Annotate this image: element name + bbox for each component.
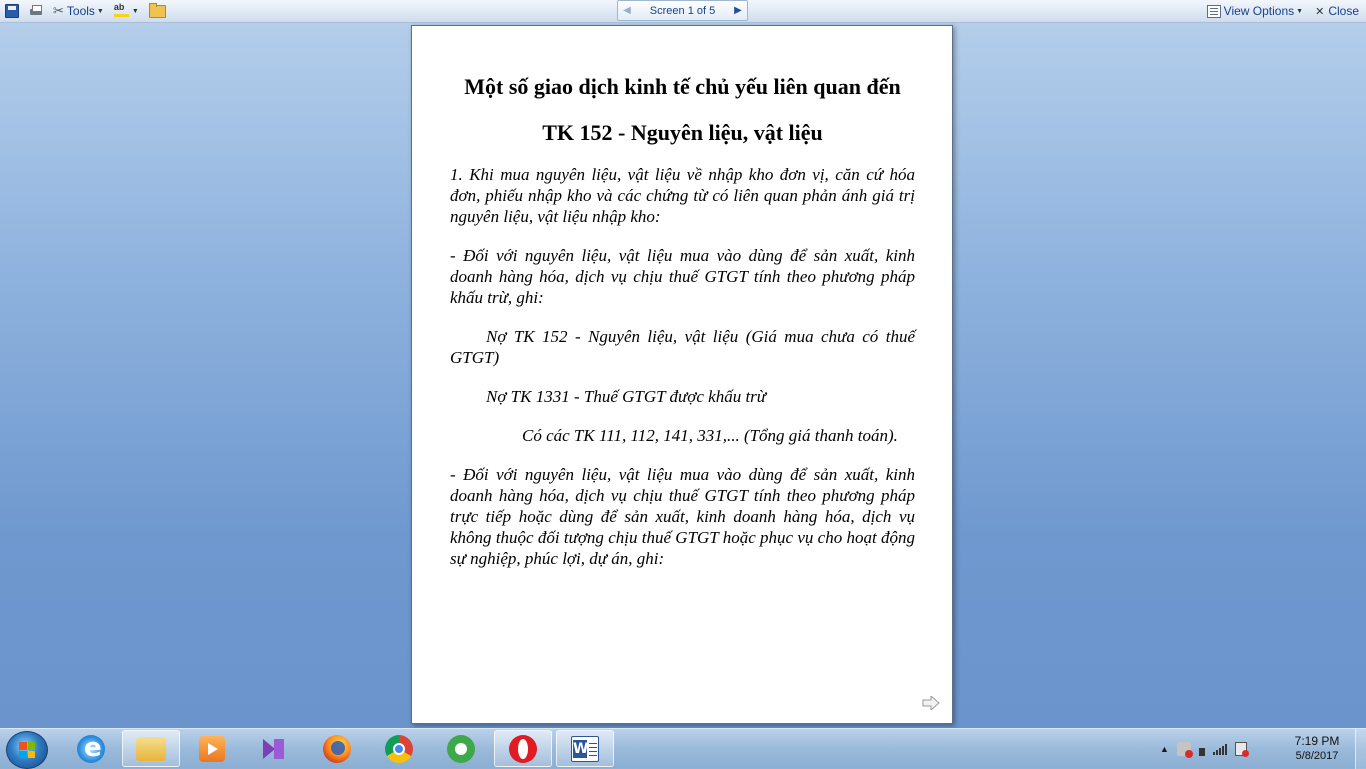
close-button[interactable]: ✕ Close	[1312, 2, 1362, 20]
paragraph: Nợ TK 152 - Nguyên liệu, vật liệu (Giá m…	[450, 327, 915, 367]
find-button[interactable]	[146, 2, 169, 20]
document-subtitle: TK 152 - Nguyên liệu, vật liệu	[542, 120, 823, 145]
document-title: Một số giao dịch kinh tế chủ yếu liên qu…	[464, 74, 901, 99]
clock-date: 5/8/2017	[1295, 750, 1339, 762]
visual-studio-icon	[260, 735, 288, 763]
action-center-icon[interactable]	[1176, 742, 1193, 758]
taskbar-firefox[interactable]	[308, 730, 366, 767]
close-icon: ✕	[1315, 5, 1325, 18]
printer-icon	[29, 5, 43, 17]
print-button[interactable]	[26, 2, 46, 20]
tools-label: Tools	[66, 4, 95, 18]
opera-icon	[509, 734, 537, 763]
save-button[interactable]	[2, 2, 22, 20]
network-signal-icon[interactable]	[1212, 743, 1227, 755]
show-desktop-button[interactable]	[1355, 729, 1366, 769]
coc-coc-icon	[447, 734, 475, 763]
tools-menu-button[interactable]: ✂ Tools ▼	[50, 2, 107, 20]
highlighter-icon: ab	[113, 2, 130, 18]
media-player-icon	[199, 735, 225, 762]
view-options-icon	[1206, 4, 1221, 18]
save-icon	[5, 4, 19, 18]
show-hidden-icons-button[interactable]: ▲	[1160, 744, 1169, 754]
folder-icon	[148, 2, 166, 18]
taskbar-media-center[interactable]	[183, 730, 241, 767]
reading-toolbar: ✂ Tools ▼ ab ▼ ◀ Screen 1 of 5 ▶ View Op…	[0, 0, 1366, 23]
windows-logo-icon	[19, 742, 35, 758]
view-options-button[interactable]: View Options ▼	[1204, 2, 1306, 20]
clock-time: 7:19 PM	[1294, 734, 1340, 748]
battery-warning-icon[interactable]	[1234, 742, 1249, 757]
screen-indicator[interactable]: Screen 1 of 5	[650, 5, 715, 17]
screen-navigator: ◀ Screen 1 of 5 ▶	[617, 0, 748, 21]
taskbar-coc-coc[interactable]	[432, 730, 490, 767]
chevron-down-icon: ▼	[1296, 7, 1304, 15]
document-page: Một số giao dịch kinh tế chủ yếu liên qu…	[411, 25, 953, 724]
tools-icon: ✂	[53, 3, 64, 18]
next-screen-button[interactable]: ▶	[729, 1, 747, 20]
close-label: Close	[1328, 4, 1359, 18]
chrome-icon	[385, 734, 413, 763]
taskbar-opera[interactable]	[494, 730, 552, 767]
firefox-icon	[323, 734, 351, 763]
paragraph: - Đối với nguyên liệu, vật liệu mua vào …	[450, 246, 915, 307]
next-page-arrow-icon[interactable]	[922, 696, 940, 710]
paragraph: 1. Khi mua nguyên liệu, vật liệu về nhập…	[450, 165, 915, 226]
folder-icon	[136, 736, 166, 761]
paragraph: - Đối với nguyên liệu, vật liệu mua vào …	[450, 465, 915, 568]
chevron-down-icon: ▼	[96, 7, 104, 15]
previous-screen-button[interactable]: ◀	[618, 1, 636, 20]
speaker-muted-icon[interactable]	[1198, 748, 1205, 756]
document-content: Một số giao dịch kinh tế chủ yếu liên qu…	[450, 74, 915, 569]
toolbar-right-group: View Options ▼ ✕ Close	[1204, 2, 1362, 20]
taskbar-word[interactable]	[556, 730, 614, 767]
view-options-label: View Options	[1223, 4, 1295, 18]
chevron-down-icon: ▼	[131, 7, 139, 15]
text-highlight-button[interactable]: ab ▼	[111, 2, 142, 20]
internet-explorer-icon	[77, 733, 105, 763]
taskbar-visual-studio[interactable]	[245, 730, 303, 767]
paragraph: Có các TK 111, 112, 141, 331,... (Tổng g…	[522, 426, 898, 445]
word-icon	[571, 735, 599, 762]
taskbar-internet-explorer[interactable]	[62, 730, 120, 767]
taskbar-windows-explorer[interactable]	[122, 730, 180, 767]
start-button[interactable]	[6, 731, 48, 769]
taskbar: ▲ 7:19 PM 5/8/2017	[0, 728, 1366, 769]
taskbar-chrome[interactable]	[370, 730, 428, 767]
toolbar-left-group: ✂ Tools ▼ ab ▼	[2, 2, 169, 20]
paragraph: Nợ TK 1331 - Thuế GTGT được khấu trừ	[486, 387, 767, 406]
system-clock[interactable]: 7:19 PM 5/8/2017	[1282, 734, 1352, 764]
system-tray: ▲	[1160, 729, 1249, 769]
